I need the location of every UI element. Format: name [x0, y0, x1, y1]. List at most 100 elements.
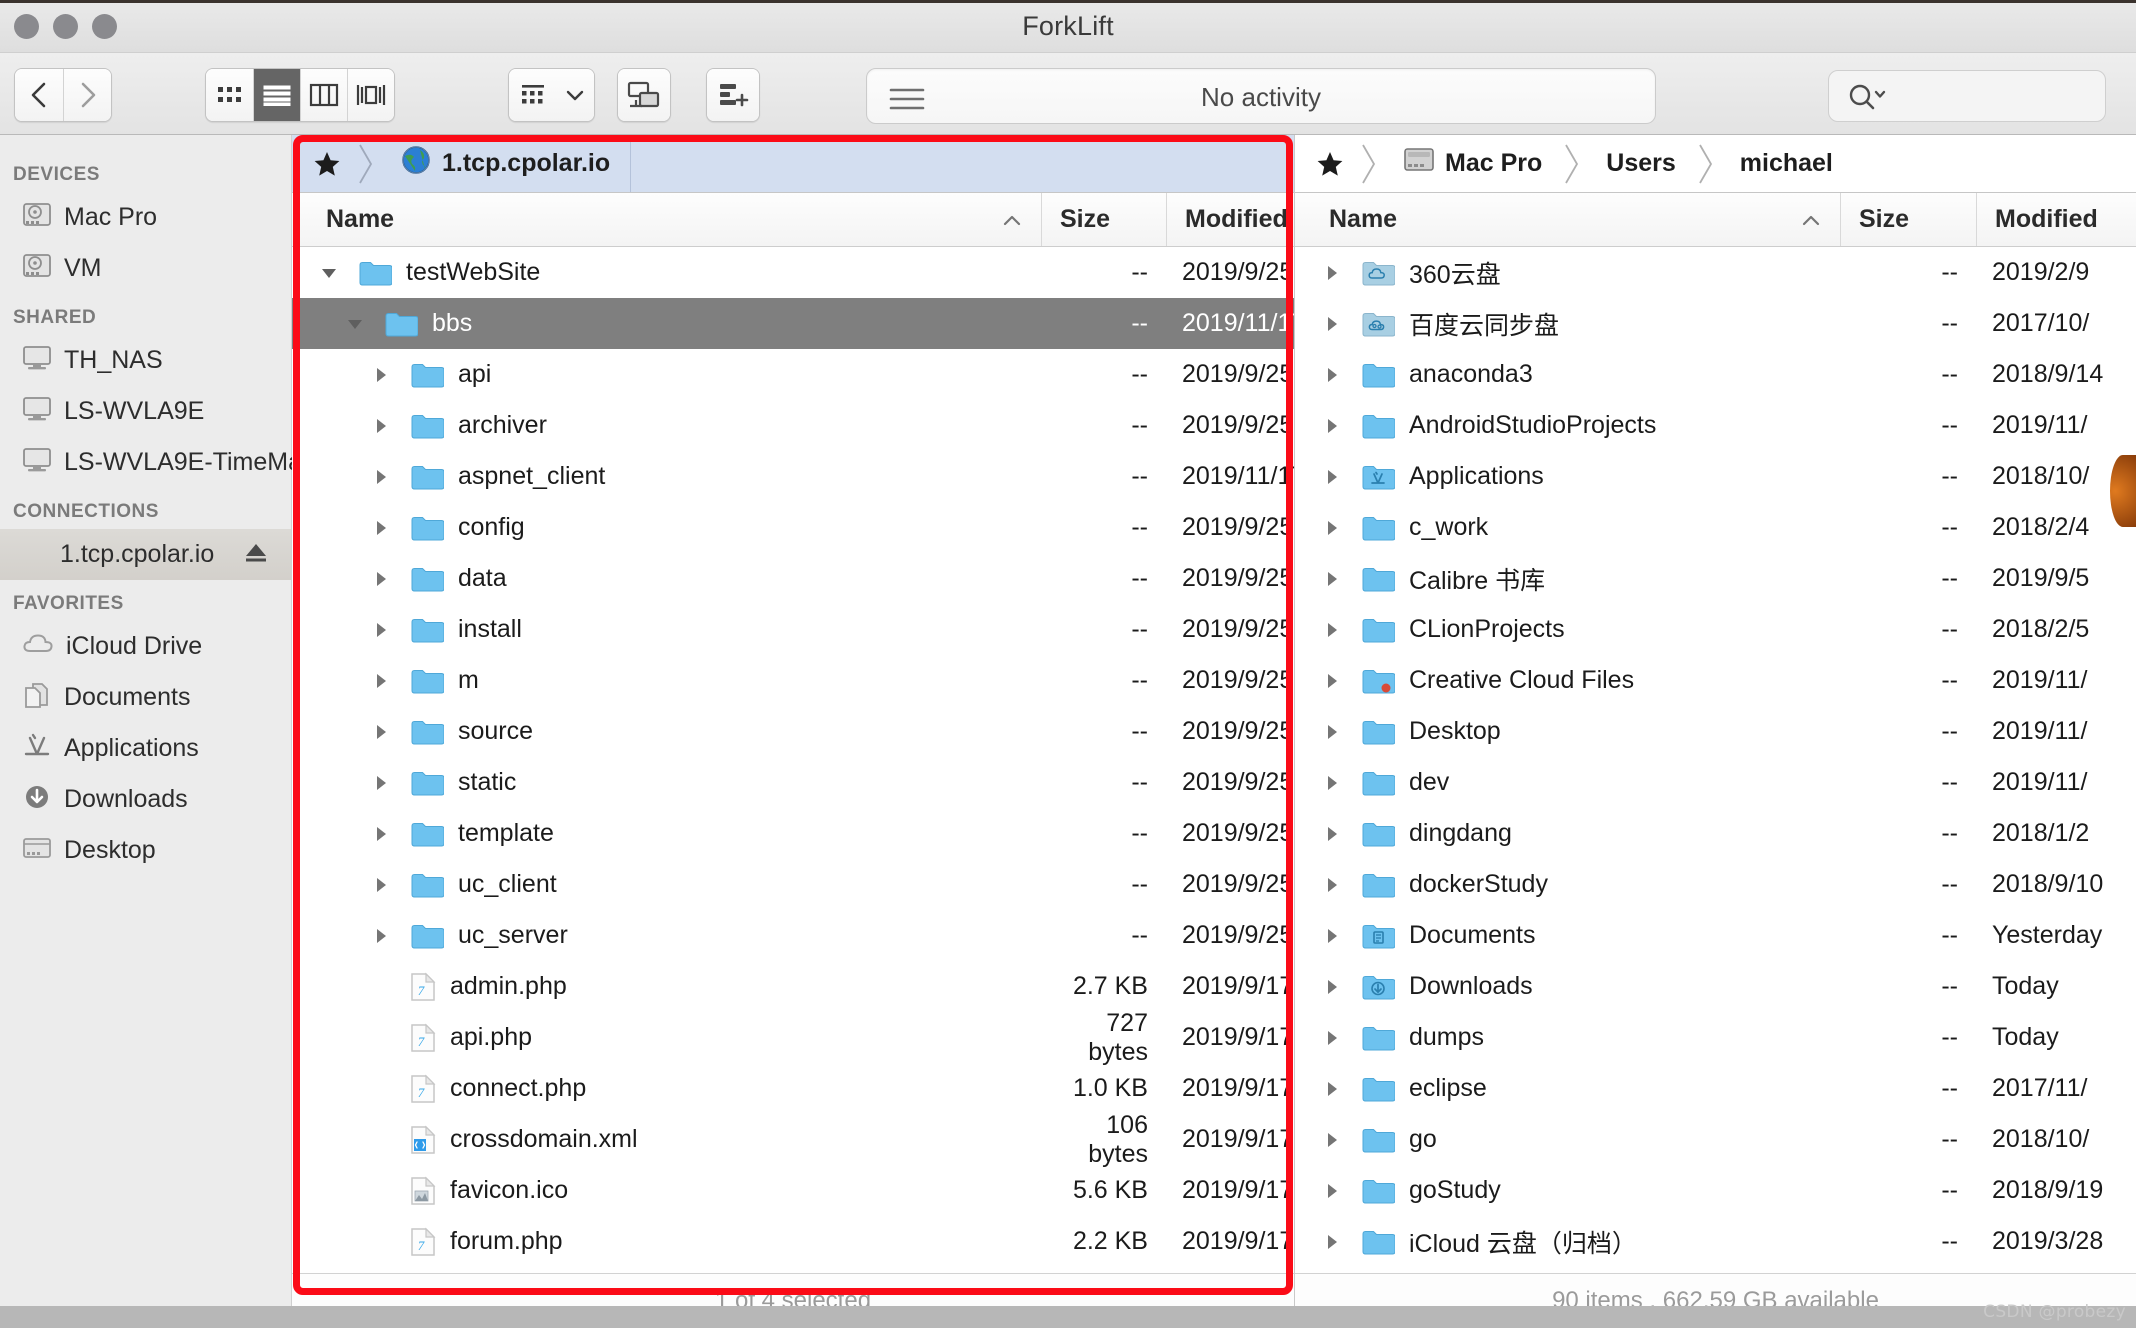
table-row[interactable]: iCloud 云盘（归档） -- 2019/3/28	[1295, 1216, 2136, 1267]
breadcrumb-item-users[interactable]: Users	[1582, 135, 1696, 192]
disclosure-triangle-icon[interactable]	[1317, 926, 1347, 946]
table-row[interactable]: 7 forum.php 2.2 KB 2019/9/17	[292, 1216, 1294, 1267]
table-row[interactable]: AndroidStudioProjects -- 2019/11/	[1295, 400, 2136, 451]
table-row[interactable]: goStudy -- 2018/9/19	[1295, 1165, 2136, 1216]
disclosure-triangle-icon[interactable]	[1317, 314, 1347, 334]
table-row[interactable]: Applications -- 2018/10/	[1295, 451, 2136, 502]
disclosure-triangle-icon[interactable]	[366, 620, 396, 640]
table-row[interactable]: bbs -- 2019/11/17	[292, 298, 1294, 349]
sidebar-item-icloud-drive[interactable]: iCloud Drive	[0, 621, 291, 672]
table-row[interactable]: crossdomain.xml 106 bytes 2019/9/17	[292, 1111, 1294, 1168]
disclosure-triangle-icon[interactable]	[1317, 365, 1347, 385]
table-row[interactable]: install -- 2019/9/25	[292, 604, 1294, 655]
table-row[interactable]: archiver -- 2019/9/25	[292, 400, 1294, 451]
table-row[interactable]: dumps -- Today	[1295, 1012, 2136, 1063]
disclosure-triangle-icon[interactable]	[366, 671, 396, 691]
disclosure-triangle-icon[interactable]	[1317, 671, 1347, 691]
table-row[interactable]: template -- 2019/9/25	[292, 808, 1294, 859]
table-row[interactable]: data -- 2019/9/25	[292, 553, 1294, 604]
table-row[interactable]: testWebSite -- 2019/9/25	[292, 247, 1294, 298]
eject-icon[interactable]	[243, 540, 269, 569]
table-row[interactable]: m -- 2019/9/25	[292, 655, 1294, 706]
disclosure-triangle-icon[interactable]	[366, 926, 396, 946]
table-row[interactable]: dockerStudy -- 2018/9/10	[1295, 859, 2136, 910]
disclosure-triangle-icon[interactable]	[1317, 569, 1347, 589]
disclosure-triangle-icon[interactable]	[366, 365, 396, 385]
table-row[interactable]: favicon.ico 5.6 KB 2019/9/17	[292, 1165, 1294, 1216]
disclosure-triangle-icon[interactable]	[1317, 875, 1347, 895]
sidebar-item-th-nas[interactable]: TH_NAS	[0, 335, 291, 386]
table-row[interactable]: anaconda3 -- 2018/9/14	[1295, 349, 2136, 400]
disclosure-triangle-icon[interactable]	[366, 824, 396, 844]
table-row[interactable]: 7 admin.php 2.7 KB 2019/9/17	[292, 961, 1294, 1012]
breadcrumb-item-michael[interactable]: michael	[1716, 135, 1853, 192]
disclosure-triangle-icon[interactable]	[366, 518, 396, 538]
search-input[interactable]	[1828, 70, 2106, 122]
disclosure-triangle-icon[interactable]	[1317, 722, 1347, 742]
left-file-list[interactable]: testWebSite -- 2019/9/25 bbs -- 2019/11/17 api…	[292, 247, 1294, 1267]
sidebar-item-desktop[interactable]: Desktop	[0, 825, 291, 876]
table-row[interactable]: static -- 2019/9/25	[292, 757, 1294, 808]
disclosure-triangle-icon[interactable]	[366, 722, 396, 742]
disclosure-triangle-icon[interactable]	[1317, 518, 1347, 538]
new-connection-button[interactable]	[707, 69, 759, 121]
table-row[interactable]: api -- 2019/9/25	[292, 349, 1294, 400]
sidebar-item-applications[interactable]: Applications	[0, 723, 291, 774]
table-row[interactable]: uc_client -- 2019/9/25	[292, 859, 1294, 910]
sidebar-item-downloads[interactable]: Downloads	[0, 774, 291, 825]
column-header-modified[interactable]: Modified	[1166, 193, 1294, 246]
table-row[interactable]: Creative Cloud Files -- 2019/11/	[1295, 655, 2136, 706]
back-button[interactable]	[15, 69, 63, 121]
table-row[interactable]: 百度云同步盘 -- 2017/10/	[1295, 298, 2136, 349]
activity-field[interactable]: No activity	[866, 68, 1656, 124]
list-view-button[interactable]	[253, 69, 300, 121]
disclosure-triangle-icon[interactable]	[1317, 773, 1347, 793]
disclosure-triangle-icon[interactable]	[1317, 824, 1347, 844]
table-row[interactable]: CLionProjects -- 2018/2/5	[1295, 604, 2136, 655]
table-row[interactable]: Downloads -- Today	[1295, 961, 2136, 1012]
table-row[interactable]: 360云盘 -- 2019/2/9	[1295, 247, 2136, 298]
table-row[interactable]: eclipse -- 2017/11/	[1295, 1063, 2136, 1114]
disclosure-triangle-icon[interactable]	[366, 467, 396, 487]
disclosure-triangle-icon[interactable]	[366, 569, 396, 589]
table-row[interactable]: go -- 2018/10/	[1295, 1114, 2136, 1165]
breadcrumb-favorite-button[interactable]	[292, 135, 356, 192]
connect-button[interactable]	[618, 69, 670, 121]
disclosure-triangle-icon[interactable]	[1317, 416, 1347, 436]
table-row[interactable]: dingdang -- 2018/1/2	[1295, 808, 2136, 859]
column-header-name[interactable]: Name	[1295, 193, 1840, 246]
sidebar-item-vm[interactable]: VM	[0, 243, 291, 294]
table-row[interactable]: dev -- 2019/11/	[1295, 757, 2136, 808]
arrange-button[interactable]	[509, 69, 556, 121]
sidebar-item-ls-wvla9e-timemachine[interactable]: LS-WVLA9E-TimeMac...	[0, 437, 335, 488]
sidebar-item-cpolar-connection[interactable]: 1.tcp.cpolar.io	[0, 529, 291, 580]
disclosure-triangle-icon[interactable]	[1317, 977, 1347, 997]
disclosure-triangle-icon[interactable]	[1317, 1130, 1347, 1150]
table-row[interactable]: Calibre 书库 -- 2019/9/5	[1295, 553, 2136, 604]
table-row[interactable]: aspnet_client -- 2019/11/17	[292, 451, 1294, 502]
grid-view-button[interactable]	[206, 69, 253, 121]
column-view-button[interactable]	[300, 69, 347, 121]
breadcrumb-item-cpolar[interactable]: 1.tcp.cpolar.io	[376, 135, 630, 192]
table-row[interactable]: 7 connect.php 1.0 KB 2019/9/17	[292, 1063, 1294, 1114]
disclosure-triangle-icon[interactable]	[1317, 620, 1347, 640]
column-header-modified[interactable]: Modified	[1976, 193, 2136, 246]
disclosure-triangle-icon[interactable]	[1317, 467, 1347, 487]
sidebar-item-documents[interactable]: Documents	[0, 672, 291, 723]
disclosure-triangle-icon[interactable]	[1317, 1181, 1347, 1201]
breadcrumb-item-mac-pro[interactable]: Mac Pro	[1379, 135, 1562, 192]
disclosure-triangle-icon[interactable]	[1317, 1028, 1347, 1048]
disclosure-triangle-icon[interactable]	[1317, 1079, 1347, 1099]
table-row[interactable]: Documents -- Yesterday	[1295, 910, 2136, 961]
table-row[interactable]: c_work -- 2018/2/4	[1295, 502, 2136, 553]
disclosure-triangle-icon[interactable]	[314, 263, 344, 283]
sidebar-item-mac-pro[interactable]: Mac Pro	[0, 192, 291, 243]
table-row[interactable]: Desktop -- 2019/11/	[1295, 706, 2136, 757]
breadcrumb-favorite-button[interactable]	[1295, 135, 1359, 192]
table-row[interactable]: config -- 2019/9/25	[292, 502, 1294, 553]
table-row[interactable]: source -- 2019/9/25	[292, 706, 1294, 757]
table-row[interactable]: 7 api.php 727 bytes 2019/9/17	[292, 1009, 1294, 1066]
column-header-size[interactable]: Size	[1041, 193, 1166, 246]
preview-view-button[interactable]	[347, 69, 394, 121]
disclosure-triangle-icon[interactable]	[366, 875, 396, 895]
